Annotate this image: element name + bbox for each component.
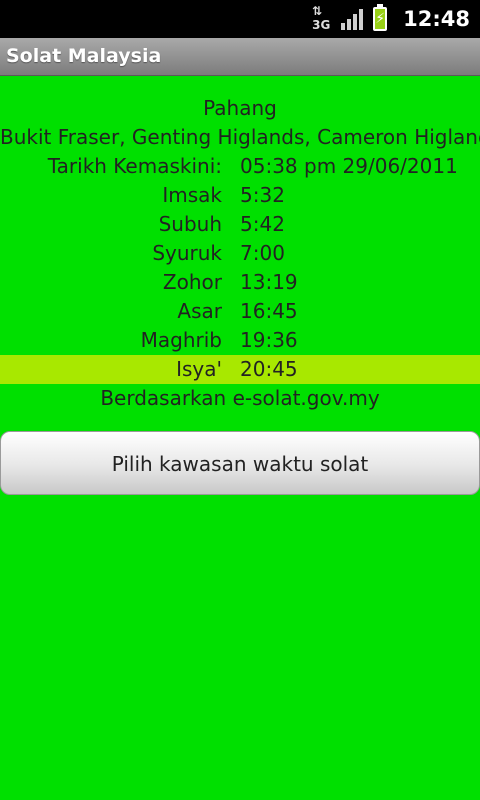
prayer-name: Isya' [176, 357, 222, 381]
updated-label: Tarikh Kemaskini: [47, 154, 222, 178]
prayer-row-subuh: Subuh 5:42 [0, 210, 480, 239]
state-name: Pahang [203, 96, 277, 120]
prayer-time: 7:00 [240, 241, 285, 265]
charging-bolt-icon: ⚡ [375, 11, 386, 27]
prayer-row-syuruk: Syuruk 7:00 [0, 239, 480, 268]
status-bar: ⇅ 3G ⚡ 12:48 [0, 0, 480, 38]
prayer-row-zohor: Zohor 13:19 [0, 268, 480, 297]
status-icons: ⇅ 3G ⚡ 12:48 [309, 0, 470, 38]
prayer-row-maghrib: Maghrib 19:36 [0, 326, 480, 355]
prayer-row-imsak: Imsak 5:32 [0, 181, 480, 210]
data-arrows-icon: ⇅ [312, 4, 323, 18]
pick-zone-button[interactable]: Pilih kawasan waktu solat [0, 431, 480, 495]
prayer-time: 20:45 [240, 357, 298, 381]
network-type-label: 3G [312, 18, 331, 32]
prayer-name: Syuruk [152, 241, 222, 265]
source-note: Berdasarkan e-solat.gov.my [100, 386, 380, 410]
prayer-times-panel: Pahang Bukit Fraser, Genting Higlands, C… [0, 76, 480, 413]
prayer-time: 5:42 [240, 212, 285, 236]
battery-charging-icon: ⚡ [373, 4, 388, 31]
signal-strength-icon [341, 8, 364, 30]
zone-name: Bukit Fraser, Genting Higlands, Cameron … [0, 125, 480, 149]
prayer-time: 13:19 [240, 270, 298, 294]
prayer-name: Imsak [162, 183, 222, 207]
app-title-bar: Solat Malaysia [0, 38, 480, 76]
network-3g-icon: ⇅ 3G [309, 4, 331, 34]
prayer-time: 19:36 [240, 328, 298, 352]
prayer-time: 5:32 [240, 183, 285, 207]
prayer-name: Subuh [158, 212, 222, 236]
app-title: Solat Malaysia [6, 45, 162, 67]
updated-value: 05:38 pm 29/06/2011 [240, 154, 458, 178]
prayer-row-isya-current: Isya' 20:45 [0, 355, 480, 384]
prayer-row-asar: Asar 16:45 [0, 297, 480, 326]
prayer-name: Asar [177, 299, 222, 323]
updated-row: Tarikh Kemaskini: 05:38 pm 29/06/2011 [0, 152, 480, 181]
prayer-name: Maghrib [140, 328, 222, 352]
status-clock: 12:48 [403, 7, 470, 31]
prayer-time: 16:45 [240, 299, 298, 323]
prayer-name: Zohor [162, 270, 222, 294]
